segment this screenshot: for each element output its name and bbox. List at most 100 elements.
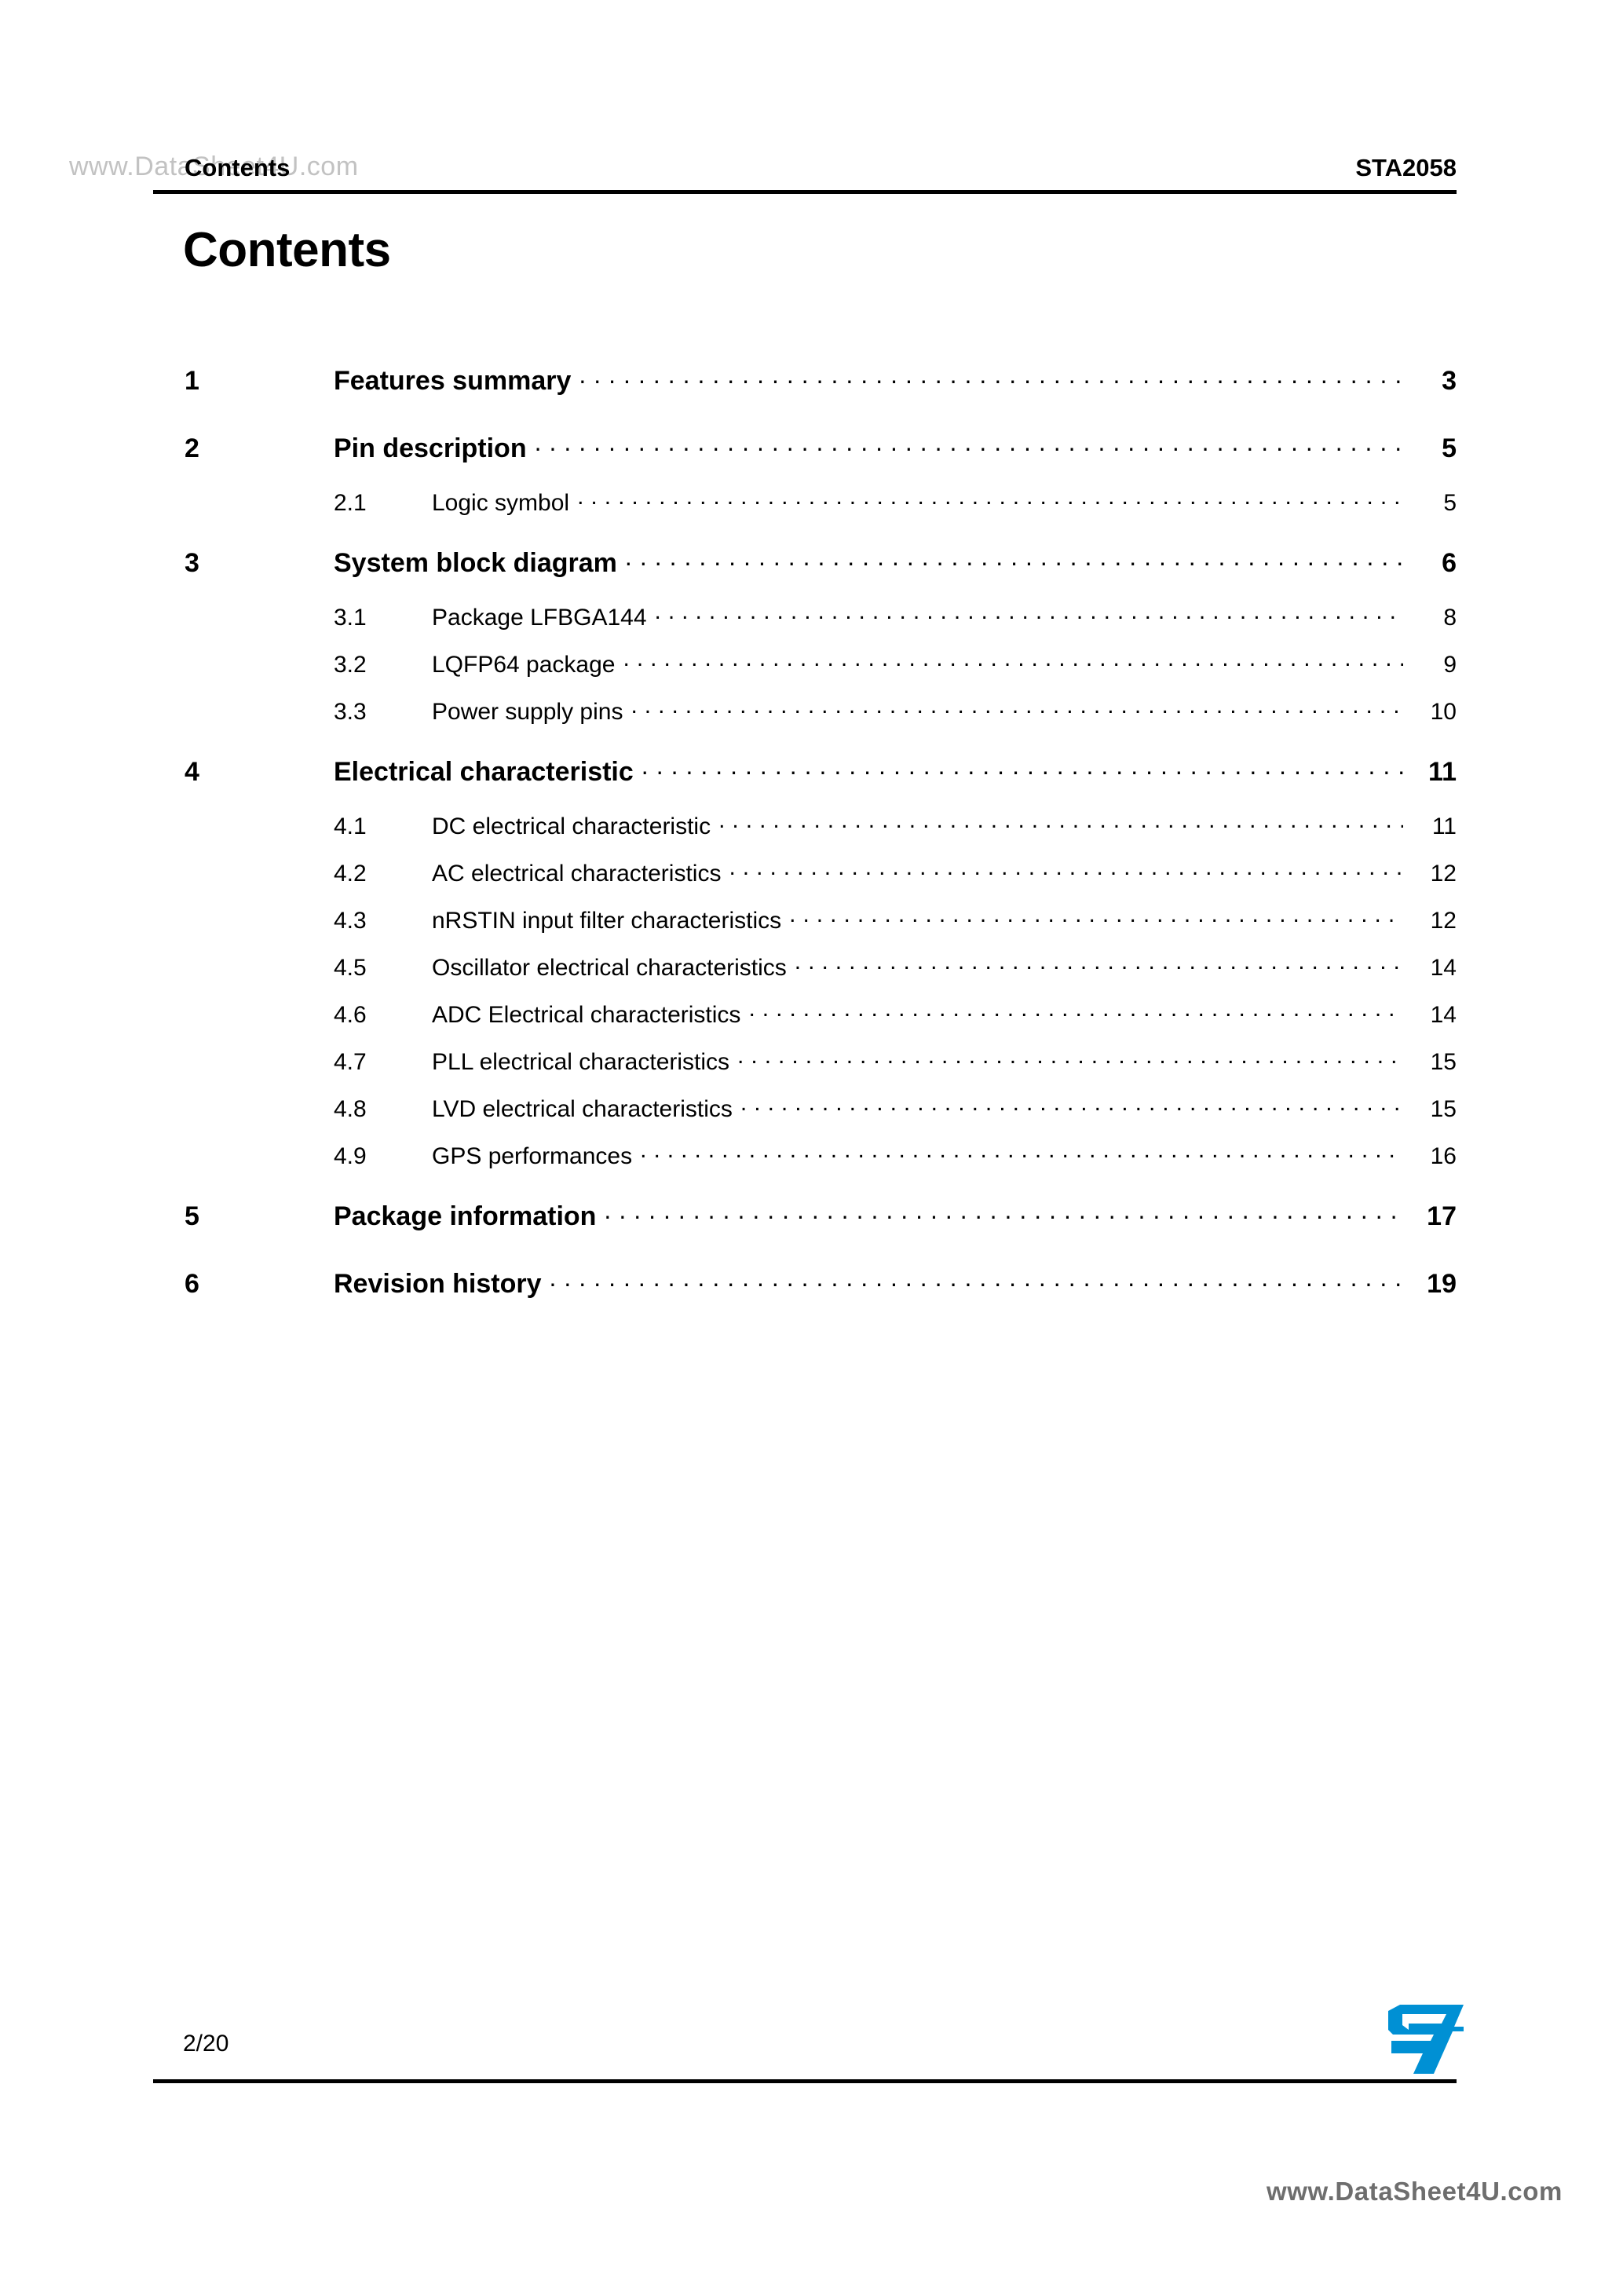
toc-entry-page-number: 8 [1443, 605, 1457, 631]
toc-entry-page-number: 11 [1428, 757, 1457, 787]
toc-entry[interactable]: 3.2 LQFP64 package 9 [153, 649, 1457, 696]
toc-entry[interactable]: 4.7 PLL electrical characteristics 15 [153, 1046, 1457, 1093]
toc-entry[interactable]: 4.9 GPS performances 16 [153, 1140, 1457, 1187]
toc-dot-leader [604, 1198, 1403, 1225]
toc-entry-number: 6 [185, 1269, 199, 1299]
toc-entry[interactable]: 3 System block diagram 6 [153, 545, 1457, 601]
toc-entry-label: GPS performances [432, 1143, 633, 1169]
toc-entry-label: Electrical characteristic [334, 757, 634, 787]
table-of-contents: 1 Features summary 3 2 Pin description 5 2.1 Lo… [153, 363, 1457, 1322]
toc-entry-number: 4.8 [334, 1096, 367, 1122]
toc-entry[interactable]: 3.3 Power supply pins 10 [153, 696, 1457, 743]
toc-entry-page-number: 11 [1431, 813, 1457, 839]
toc-entry-number: 4.6 [334, 1002, 367, 1028]
toc-entry-page-number: 14 [1430, 1002, 1457, 1028]
toc-entry-label: nRSTIN input filter characteristics [432, 908, 782, 934]
toc-entry[interactable]: 3.1 Package LFBGA144 8 [153, 601, 1457, 649]
toc-entry-number: 3.2 [334, 652, 367, 678]
toc-entry-number: 4.7 [334, 1049, 367, 1075]
toc-entry-number: 5 [185, 1201, 199, 1231]
header-divider [153, 190, 1457, 194]
toc-entry[interactable]: 4.2 AC electrical characteristics 12 [153, 857, 1457, 905]
toc-entry-label: Features summary [334, 366, 572, 396]
toc-dot-leader [550, 1266, 1403, 1292]
page-title: Contents [183, 223, 391, 277]
toc-entry-page-number: 14 [1430, 955, 1457, 981]
toc-entry-label: DC electrical characteristic [432, 813, 711, 839]
toc-entry-label: Package information [334, 1201, 597, 1231]
toc-entry-page-number: 16 [1430, 1143, 1457, 1169]
toc-dot-leader [737, 1046, 1403, 1069]
footer-page-number: 2/20 [183, 2031, 229, 2057]
toc-entry[interactable]: 2.1 Logic symbol 5 [153, 487, 1457, 534]
toc-entry-label: LQFP64 package [432, 652, 616, 678]
toc-entry[interactable]: 6 Revision history 19 [153, 1266, 1457, 1322]
toc-entry[interactable]: 1 Features summary 3 [153, 363, 1457, 419]
toc-entry-label: Logic symbol [432, 490, 570, 516]
toc-entry-number: 4.2 [334, 861, 367, 887]
toc-entry-page-number: 12 [1430, 908, 1457, 934]
toc-entry-number: 3 [185, 548, 199, 578]
toc-entry-label: Revision history [334, 1269, 542, 1299]
toc-dot-leader [535, 430, 1403, 457]
toc-entry-number: 2 [185, 433, 199, 463]
toc-entry-page-number: 15 [1430, 1096, 1457, 1122]
toc-entry-page-number: 17 [1427, 1201, 1457, 1231]
toc-entry-number: 4.5 [334, 955, 367, 981]
toc-dot-leader [579, 363, 1403, 389]
toc-dot-leader [623, 649, 1403, 672]
toc-entry-label: LVD electrical characteristics [432, 1096, 733, 1122]
toc-entry-label: Oscillator electrical characteristics [432, 955, 787, 981]
running-header: Contents STA2058 [153, 154, 1457, 190]
toc-entry-page-number: 9 [1443, 652, 1457, 678]
st-logo [1382, 1995, 1464, 2074]
toc-entry-number: 4.1 [334, 813, 367, 839]
toc-dot-leader [718, 810, 1403, 834]
toc-entry[interactable]: 4.3 nRSTIN input filter characteristics 12 [153, 905, 1457, 952]
footer-divider [153, 2079, 1457, 2083]
document-page: www.DataSheet4U.com Contents STA2058 Con… [0, 0, 1623, 2296]
toc-dot-leader [640, 1140, 1403, 1164]
toc-entry-number: 2.1 [334, 490, 367, 516]
toc-entry-page-number: 5 [1443, 490, 1457, 516]
toc-entry-page-number: 6 [1442, 548, 1457, 578]
toc-entry[interactable]: 4 Electrical characteristic 11 [153, 754, 1457, 810]
toc-entry[interactable]: 5 Package information 17 [153, 1198, 1457, 1255]
toc-entry[interactable]: 4.5 Oscillator electrical characteristics… [153, 952, 1457, 999]
watermark-bottom: www.DataSheet4U.com [1267, 2177, 1563, 2206]
toc-dot-leader [642, 754, 1403, 781]
toc-dot-leader [729, 857, 1403, 881]
toc-dot-leader [795, 952, 1403, 975]
toc-entry-number: 3.3 [334, 699, 367, 725]
toc-entry[interactable]: 4.8 LVD electrical characteristics 15 [153, 1093, 1457, 1140]
toc-entry-label: ADC Electrical characteristics [432, 1002, 741, 1028]
toc-entry-label: Package LFBGA144 [432, 605, 647, 631]
toc-entry-page-number: 3 [1442, 366, 1457, 396]
toc-entry-page-number: 10 [1430, 699, 1457, 725]
toc-dot-leader [655, 601, 1403, 625]
toc-entry[interactable]: 4.6 ADC Electrical characteristics 14 [153, 999, 1457, 1046]
toc-entry-page-number: 15 [1430, 1049, 1457, 1075]
toc-entry-number: 4.9 [334, 1143, 367, 1169]
toc-entry-label: Power supply pins [432, 699, 623, 725]
toc-dot-leader [577, 487, 1403, 510]
toc-dot-leader [748, 999, 1403, 1022]
header-section-name: Contents [185, 154, 291, 181]
toc-entry-number: 1 [185, 366, 199, 396]
toc-dot-leader [740, 1093, 1403, 1117]
toc-entry-label: Pin description [334, 433, 527, 463]
toc-entry-label: AC electrical characteristics [432, 861, 722, 887]
header-part-number: STA2058 [1355, 154, 1457, 181]
toc-dot-leader [789, 905, 1403, 928]
toc-entry-label: System block diagram [334, 548, 617, 578]
toc-dot-leader [625, 545, 1403, 572]
toc-dot-leader [631, 696, 1403, 719]
toc-entry-page-number: 19 [1427, 1269, 1457, 1299]
toc-entry-number: 4 [185, 757, 199, 787]
toc-entry-number: 4.3 [334, 908, 367, 934]
toc-entry-page-number: 5 [1442, 433, 1457, 463]
toc-entry-number: 3.1 [334, 605, 367, 631]
toc-entry-page-number: 12 [1430, 861, 1457, 887]
toc-entry[interactable]: 4.1 DC electrical characteristic 11 [153, 810, 1457, 857]
toc-entry[interactable]: 2 Pin description 5 [153, 430, 1457, 487]
